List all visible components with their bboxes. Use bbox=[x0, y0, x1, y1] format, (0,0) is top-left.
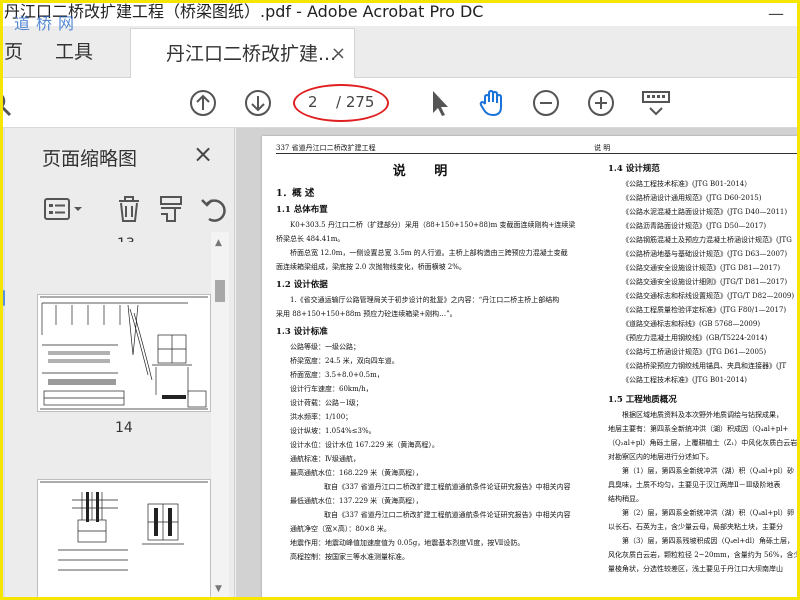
thumbnail-list: 13 bbox=[5, 232, 211, 600]
geology-text: 结构稍显。 bbox=[608, 495, 643, 503]
page-thumbnails-panel: 页面缩略图 × 13 bbox=[5, 128, 235, 600]
previous-page-icon[interactable] bbox=[188, 88, 218, 118]
thumbnail-page[interactable] bbox=[37, 479, 211, 600]
standard-item: 通航标准：Ⅳ级通航， bbox=[290, 455, 360, 463]
drawing-thumbnail bbox=[40, 296, 208, 410]
paragraph: 1.《省交通运输厅公路管理局关于初步设计的批复》之内容：“丹江口二桥主桥上部结构 bbox=[290, 296, 560, 304]
standard-item: 设计荷载：公路－Ⅰ级； bbox=[290, 399, 363, 407]
subsection-heading: 1.5 工程地质概况 bbox=[608, 395, 677, 405]
thumbnail-options-icon[interactable] bbox=[43, 196, 87, 222]
geology-text: 具臭味，土质不均匀，主要见于汉江两岸Ⅱ－Ⅲ级阶地表 bbox=[608, 481, 781, 489]
search-icon[interactable] bbox=[0, 90, 16, 120]
standard-item: 设计纵坡：1.054%≤3%。 bbox=[290, 427, 376, 435]
spec-item: 《公路桥涵设计通用规范》(JTG D60-2015) bbox=[622, 194, 762, 202]
right-column: 1.4 设计规范 《公路工程技术标准》(JTG B01-2014） 《公路桥涵设… bbox=[608, 158, 800, 576]
standard-item: 通航净空（宽×高）：80×8 米。 bbox=[290, 525, 391, 533]
standard-item: 桥面宽度：3.5+8.0+0.5m， bbox=[290, 371, 384, 379]
geology-text: 地层主要有：第四系全新统冲洪（湖）积成因（Q₄al+pl+ bbox=[608, 425, 789, 433]
panel-toolbar bbox=[5, 188, 235, 232]
tab-close-icon[interactable]: × bbox=[331, 29, 346, 79]
spec-item: 《道路交通标志和标线》(GB 5768—2009) bbox=[622, 320, 761, 328]
header-rule bbox=[276, 153, 800, 154]
site-watermark: 道桥网 bbox=[14, 14, 81, 33]
toolbar bbox=[0, 78, 800, 128]
window-titlebar: 丹江口二桥改扩建工程（桥梁图纸）.pdf - Adobe Acrobat Pro… bbox=[0, 0, 800, 26]
standard-item: 高程控制：按国家三等水准测量标准。 bbox=[290, 553, 409, 561]
standard-item: 桥梁宽度：24.5 米，双向四车道。 bbox=[290, 357, 399, 365]
section-heading: 1．概 述 bbox=[276, 188, 315, 199]
spec-item: 《公路交通安全设施设计细则》(JTG/T D81—2017) bbox=[622, 278, 788, 286]
paragraph: 桥面总宽 12.0m，一侧设置总宽 3.5m 的人行道。主桥上部构造由三跨预应力… bbox=[290, 249, 568, 257]
thumbnail-scrollbar[interactable]: ▲ ▼ bbox=[211, 232, 229, 600]
standard-item: 最低通航水位：137.229 米（黄海高程）， bbox=[290, 497, 423, 505]
spec-item: 《公路桥涵地基与基础设计规范》(JTG D63—2007) bbox=[622, 250, 788, 258]
spec-item: 《公路工程技术标准》(JTG B01-2014） bbox=[622, 180, 752, 188]
spec-item: 《公路钢筋混凝土及预应力混凝土桥涵设计规范》(JTG bbox=[622, 236, 792, 244]
subsection-heading: 1.2 设计依据 bbox=[276, 280, 328, 290]
document-viewer[interactable]: 337 省道丹江口二桥改扩建工程 说 明 说 明 1．概 述 1.1 总体布置 … bbox=[236, 128, 800, 600]
spec-item: 《公路水泥混凝土路面设计规范》(JTG D40—2011) bbox=[622, 208, 788, 216]
page-header-left: 337 省道丹江口二桥改扩建工程 bbox=[276, 144, 376, 152]
spec-item: 《公路圬工桥涵设计规范》(JTG D61—2005) bbox=[622, 348, 767, 356]
geology-text: （Q₂al+pl）角砾土层，上覆耕植土（Z₁）中风化灰质白云岩层 bbox=[608, 439, 800, 447]
standard-item: 地震作用：地震动峰值加速度值为 0.05g，地震基本烈度Ⅵ度，按Ⅶ设防。 bbox=[290, 539, 525, 547]
subsection-heading: 1.4 设计规范 bbox=[608, 164, 660, 174]
scroll-down-arrow-icon[interactable]: ▼ bbox=[215, 584, 222, 594]
reference-note: 取自《337 省道丹江口二桥改扩建工程航道通航条件论证研究报告》中相关内容 bbox=[324, 483, 571, 491]
delete-page-icon[interactable] bbox=[116, 194, 142, 224]
geology-text: 量棱角状，分选性较差区，浅土要见于丹江口大坝南岸山 bbox=[608, 565, 783, 573]
geology-text: 风化灰质白云岩，颗粒粒径 2~20mm，含量约为 56%，含少 bbox=[608, 551, 800, 559]
paragraph: 面连续箱梁组成，梁底按 2.0 次抛物线变化，桥面横坡 2%。 bbox=[276, 263, 466, 271]
thumbnail-page[interactable] bbox=[37, 294, 211, 412]
drawing-thumbnail bbox=[40, 481, 208, 571]
tab-document-label: 丹江口二桥改扩建... bbox=[166, 43, 337, 65]
standard-item: 最高通航水位：168.229 米（黄海高程）， bbox=[290, 469, 423, 477]
zoom-out-icon[interactable] bbox=[531, 88, 561, 118]
zoom-in-icon[interactable] bbox=[586, 88, 616, 118]
thumbnail-page-number: 13 bbox=[117, 236, 135, 242]
panel-close-icon[interactable]: × bbox=[193, 140, 213, 168]
spec-item: 《公路工程技术标准》(JTG B01-2014) bbox=[622, 376, 747, 384]
page-header-right: 说 明 bbox=[594, 144, 611, 152]
tab-bar: 页 工具 丹江口二桥改扩建... × bbox=[0, 26, 800, 78]
next-page-icon[interactable] bbox=[243, 88, 273, 118]
document-title: 说 明 bbox=[392, 164, 460, 179]
paragraph: K0+303.5 丹江口二桥（扩建部分）采用（88+150+150+88)m 变… bbox=[290, 221, 576, 229]
standard-item: 公路等级：一级公路； bbox=[290, 343, 360, 351]
standard-item: 洪水频率：1/100； bbox=[290, 413, 353, 421]
minimize-icon[interactable]: — bbox=[768, 2, 784, 26]
spec-item: 《公路交通安全设施设计规范》(JTG D81—2017) bbox=[622, 264, 781, 272]
paragraph: 采用 88+150+150+88m 预应力砼连续箱梁+刚构…”。 bbox=[276, 310, 457, 318]
standard-item: 设计行车速度：60km/h， bbox=[290, 385, 373, 393]
select-cursor-icon[interactable] bbox=[424, 88, 454, 118]
rotate-page-icon[interactable] bbox=[199, 194, 229, 224]
left-column: 说 明 1．概 述 1.1 总体布置 K0+303.5 丹江口二桥（扩建部分）采… bbox=[276, 156, 576, 564]
tab-document[interactable]: 丹江口二桥改扩建... × bbox=[130, 28, 355, 78]
geology-text: 第（1）层，第四系全新统冲洪（湖）积（Q₄al+pl）砂 bbox=[622, 467, 794, 475]
subsection-heading: 1.1 总体布置 bbox=[276, 205, 328, 215]
paragraph: 桥梁总长 484.41m。 bbox=[276, 235, 345, 243]
spec-item: 《公路桥梁预应力钢绞线用锚具、夹具和连接器》(JT bbox=[622, 362, 787, 370]
thumbnail-page-number: 14 bbox=[115, 420, 133, 436]
geology-text: 以长石、石英为主，含少量云母，局部夹粘土块，主要分 bbox=[608, 523, 783, 531]
geology-text: 第（2）层，第四系全新统冲洪（湖）积（Q₄al+pl）卵 bbox=[622, 509, 794, 517]
panel-title: 页面缩略图 bbox=[42, 148, 138, 170]
standard-item: 设计水位：设计水位 167.229 米（黄海高程）。 bbox=[290, 441, 439, 449]
reference-note: 取自《337 省道丹江口二桥改扩建工程航道通航条件论证研究报告》中相关内容 bbox=[324, 511, 571, 519]
geology-text: 对勘察区内的地层进行分述如下。 bbox=[608, 453, 713, 461]
pdf-page: 337 省道丹江口二桥改扩建工程 说 明 说 明 1．概 述 1.1 总体布置 … bbox=[262, 136, 800, 600]
geology-text: 根据区域地质资料及本次野外地质调绘与钻探成果， bbox=[622, 411, 783, 419]
scroll-up-arrow-icon[interactable]: ▲ bbox=[215, 238, 222, 248]
extract-page-icon[interactable] bbox=[157, 194, 185, 224]
subsection-heading: 1.3 设计标准 bbox=[276, 327, 328, 337]
spec-item: 《预应力混凝土用钢绞线》(GB/T5224-2014) bbox=[622, 334, 768, 342]
annotation-ellipse bbox=[293, 84, 389, 122]
hand-tool-icon[interactable] bbox=[477, 88, 507, 118]
spec-item: 《公路沥青路面设计规范》(JTG D50—2017) bbox=[622, 222, 767, 230]
spec-item: 《公路工程质量检验评定标准》(JTG F80/1—2017) bbox=[622, 306, 787, 314]
keyboard-tool-icon[interactable] bbox=[640, 88, 672, 118]
scrollbar-thumb[interactable] bbox=[215, 280, 225, 302]
geology-text: 第（3）层，第四系残坡积成因（Q₄el+dl）角砾土层， bbox=[622, 537, 794, 545]
spec-item: 《公路交通标志和标线设置规范》(JTG/T D82—2009) bbox=[622, 292, 795, 300]
